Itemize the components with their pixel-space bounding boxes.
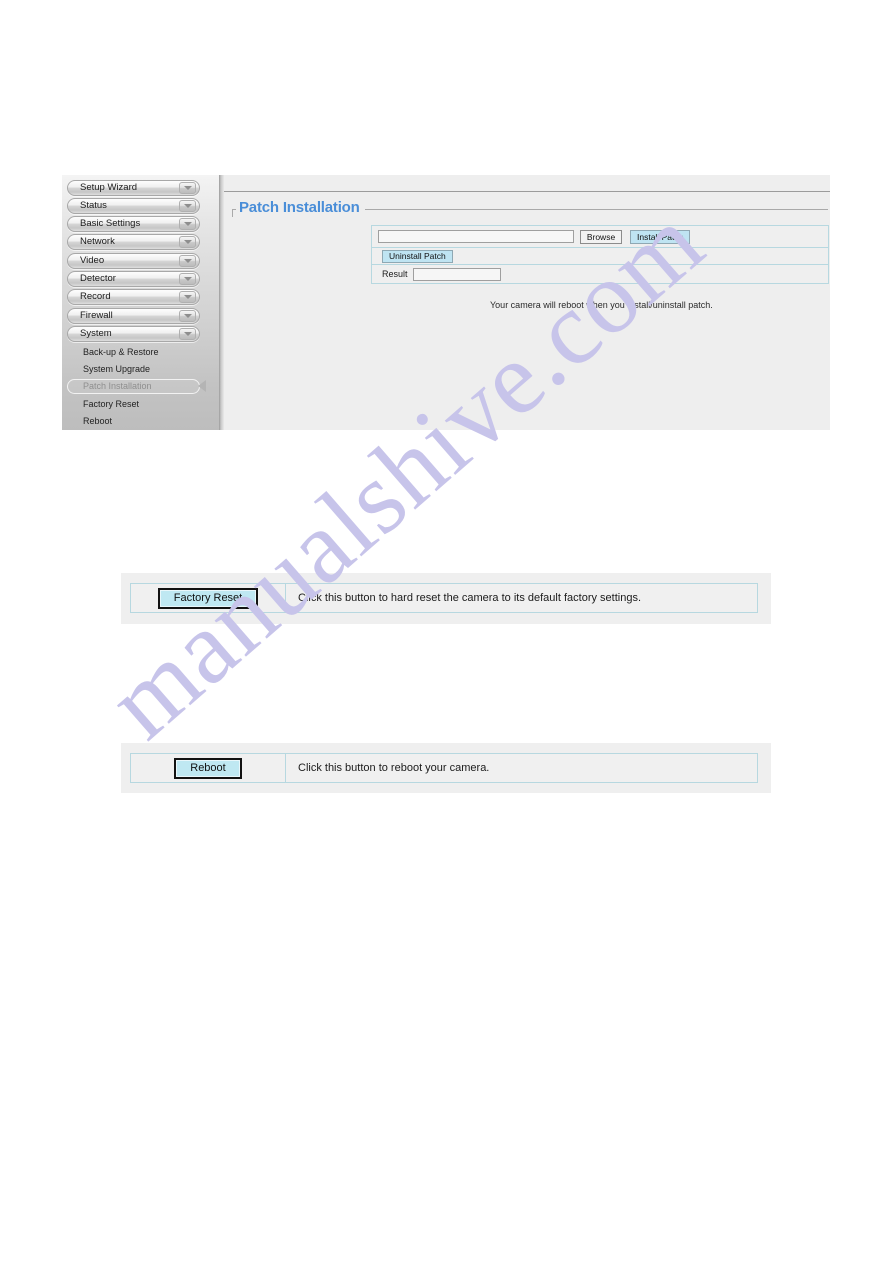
sidebar-group-label: Basic Settings (80, 218, 141, 230)
left-triangle-icon (198, 380, 206, 392)
sidebar-group-label: Record (80, 291, 111, 303)
sidebar-group-video[interactable]: Video (67, 253, 200, 269)
reboot-panel: Reboot Click this button to reboot your … (121, 743, 771, 793)
chevron-down-icon[interactable] (179, 273, 196, 285)
patch-file-path-input[interactable] (378, 230, 574, 243)
reboot-button-cell: Reboot (131, 754, 286, 782)
sidebar-group-detector[interactable]: Detector (67, 271, 200, 287)
sidebar-group-record[interactable]: Record (67, 289, 200, 305)
sidebar-group-label: Setup Wizard (80, 182, 138, 194)
chevron-down-icon[interactable] (179, 255, 196, 267)
sidebar-group-status[interactable]: Status (67, 198, 200, 214)
content-pane: Patch Installation Browse Install Patch … (224, 175, 830, 430)
chevron-down-icon[interactable] (179, 328, 196, 340)
sidebar-group-label: Network (80, 236, 115, 248)
uninstall-patch-button[interactable]: Uninstall Patch (382, 249, 453, 263)
sidebar-group-network[interactable]: Network (67, 234, 200, 250)
sidebar-group-system[interactable]: System (67, 326, 200, 342)
sidebar-group-firewall[interactable]: Firewall (67, 308, 200, 324)
sidebar-item-factory-reset[interactable]: Factory Reset (67, 397, 200, 412)
sidebar-group-label: System (80, 328, 112, 340)
patch-result-row: Result (371, 264, 829, 284)
sidebar-item-label: Patch Installation (83, 381, 152, 391)
chevron-down-icon[interactable] (179, 182, 196, 194)
factory-reset-description: Click this button to hard reset the came… (298, 592, 641, 604)
sidebar-item-reboot[interactable]: Reboot (67, 414, 200, 429)
factory-reset-row: Factory Reset Click this button to hard … (130, 583, 758, 613)
browse-button[interactable]: Browse (580, 229, 622, 244)
sidebar-item-label: Back-up & Restore (83, 347, 159, 357)
patch-upload-row: Browse Install Patch (371, 225, 829, 247)
chevron-down-icon[interactable] (179, 310, 196, 322)
fieldset-corner (232, 209, 233, 217)
sidebar-item-label: Reboot (83, 416, 113, 426)
sidebar-group-label: Status (80, 200, 107, 212)
result-label: Result (382, 269, 408, 279)
chevron-down-icon[interactable] (179, 291, 196, 303)
sidebar-item-backup-restore[interactable]: Back-up & Restore (67, 345, 200, 360)
sidebar-item-label: Factory Reset (83, 399, 140, 409)
sidebar-group-label: Video (80, 255, 105, 267)
sidebar-group-setup-wizard[interactable]: Setup Wizard (67, 180, 200, 196)
install-patch-button[interactable]: Install Patch (630, 229, 691, 244)
sidebar-item-label: System Upgrade (83, 364, 151, 374)
camera-web-ui-window: Setup Wizard Status Basic Settings Netwo… (62, 175, 830, 430)
reboot-hint-text: Your camera will reboot when you install… (490, 300, 713, 310)
factory-reset-panel: Factory Reset Click this button to hard … (121, 573, 771, 624)
patch-installation-fieldset: Patch Installation Browse Install Patch … (228, 197, 829, 417)
patch-form: Browse Install Patch Uninstall Patch Res… (371, 225, 829, 284)
sidebar-group-label: Detector (80, 273, 116, 285)
sidebar-item-system-upgrade[interactable]: System Upgrade (67, 362, 200, 377)
reboot-button[interactable]: Reboot (174, 757, 242, 779)
sidebar-group-basic-settings[interactable]: Basic Settings (67, 216, 200, 232)
chevron-down-icon[interactable] (179, 218, 196, 230)
reboot-row: Reboot Click this button to reboot your … (130, 753, 758, 783)
reboot-description: Click this button to reboot your camera. (298, 762, 490, 774)
page-title: Patch Installation (236, 199, 365, 217)
factory-reset-button-cell: Factory Reset (131, 584, 286, 612)
content-top-rule (224, 191, 830, 192)
factory-reset-button[interactable]: Factory Reset (157, 587, 259, 609)
sidebar-navigation: Setup Wizard Status Basic Settings Netwo… (62, 175, 219, 430)
sidebar-group-label: Firewall (80, 310, 113, 322)
chevron-down-icon[interactable] (179, 200, 196, 212)
sidebar-item-patch-installation[interactable]: Patch Installation (67, 379, 200, 394)
patch-uninstall-row: Uninstall Patch (371, 247, 829, 264)
result-input[interactable] (412, 267, 501, 281)
chevron-down-icon[interactable] (179, 236, 196, 248)
